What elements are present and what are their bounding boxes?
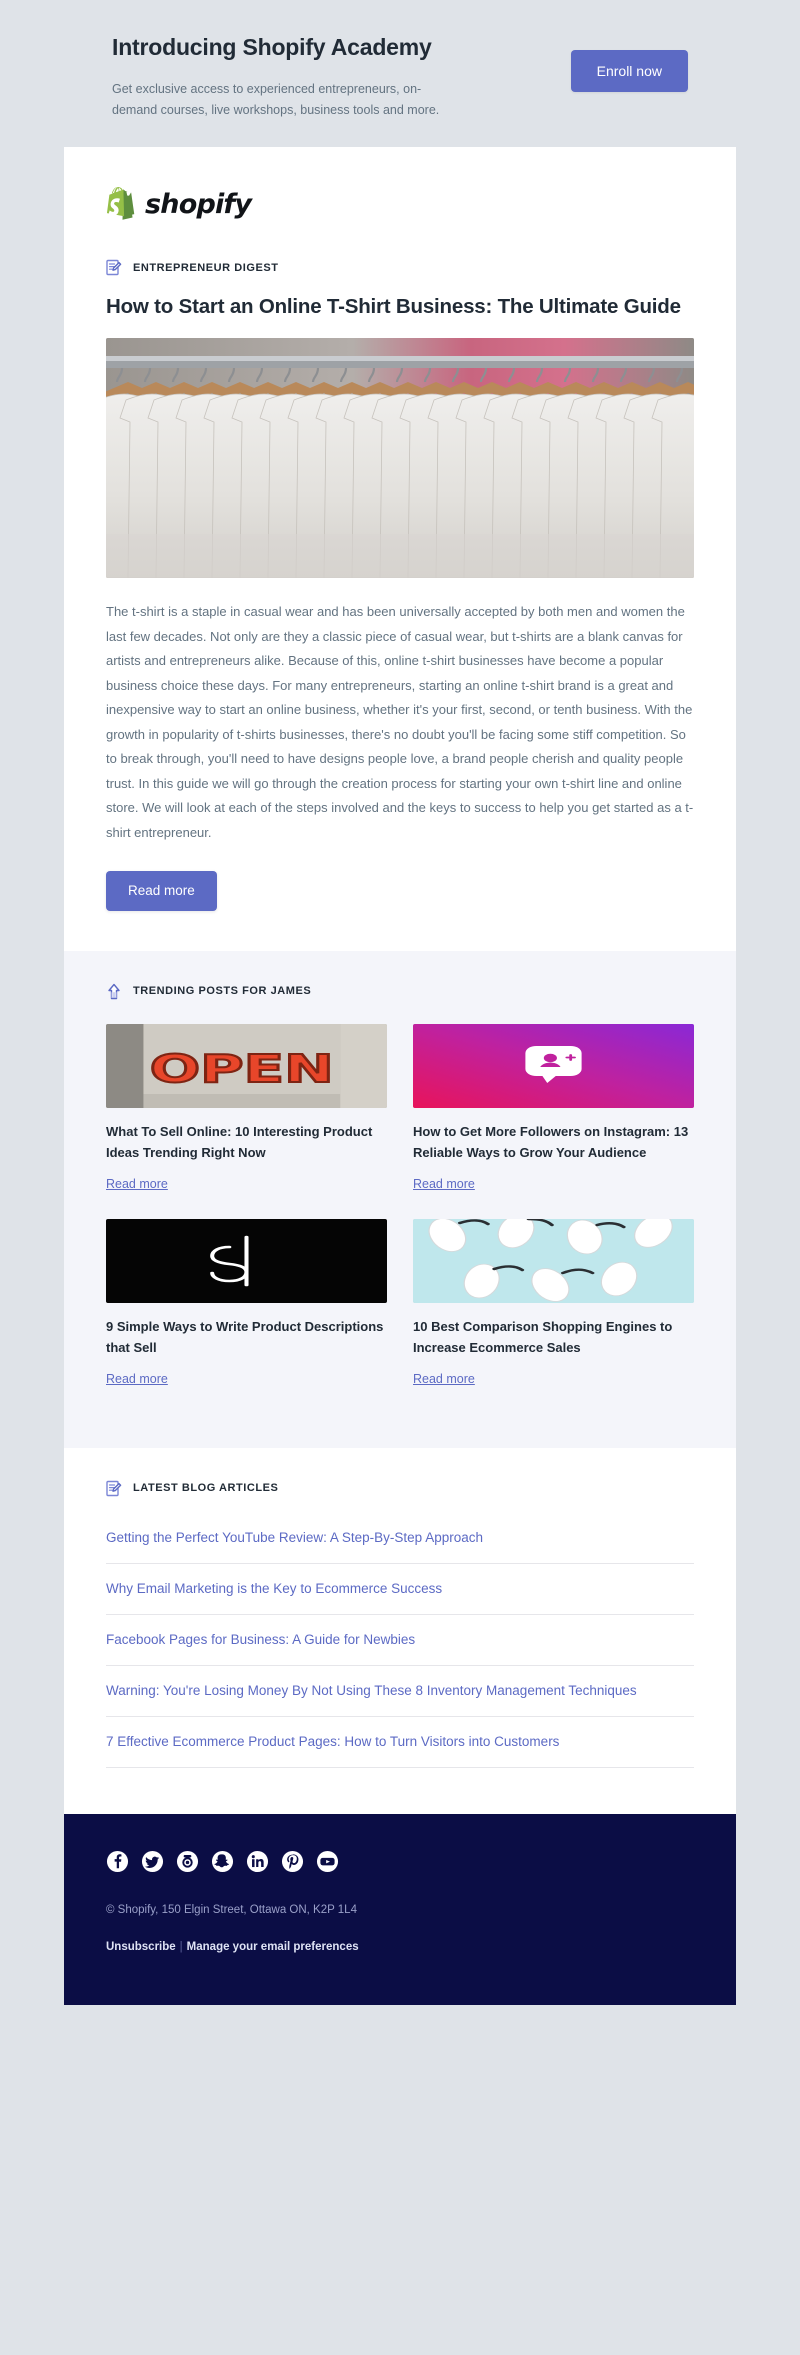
snapchat-icon[interactable] <box>211 1850 234 1873</box>
trending-card[interactable]: 10 Best Comparison Shopping Engines to I… <box>413 1218 694 1414</box>
footer-links: Unsubscribe | Manage your email preference… <box>106 1941 694 1953</box>
article-link[interactable]: 7 Effective Ecommerce Product Pages: How… <box>106 1731 694 1753</box>
digest-eyebrow-label: ENTREPRENEUR DIGEST <box>133 261 279 274</box>
list-item[interactable]: Why Email Marketing is the Key to Ecomme… <box>106 1564 694 1615</box>
document-edit-icon <box>106 1480 122 1497</box>
card-read-more-link[interactable]: Read more <box>413 1372 475 1386</box>
card-read-more-link[interactable]: Read more <box>106 1177 168 1191</box>
logo-row: shopify <box>106 147 694 221</box>
article-link[interactable]: Why Email Marketing is the Key to Ecomme… <box>106 1578 694 1600</box>
list-item[interactable]: Warning: You're Losing Money By Not Usin… <box>106 1666 694 1717</box>
digest-eyebrow: ENTREPRENEUR DIGEST <box>106 221 694 276</box>
promo-text-block: Introducing Shopify Academy Get exclusiv… <box>112 28 442 121</box>
article-link[interactable]: Warning: You're Losing Money By Not Usin… <box>106 1680 694 1702</box>
digest-section: shopify ENTREPRENEUR DIGEST How to Start… <box>64 147 736 951</box>
manage-preferences-link[interactable]: Manage your email preferences <box>187 1941 359 1953</box>
enroll-now-button[interactable]: Enroll now <box>570 50 688 92</box>
svg-text:OPEN: OPEN <box>150 1046 334 1090</box>
card-read-more-link[interactable]: Read more <box>106 1372 168 1386</box>
trending-up-icon <box>106 983 122 1000</box>
shopify-logo[interactable]: shopify <box>106 187 694 221</box>
footer-separator: | <box>179 1940 183 1953</box>
list-item[interactable]: Facebook Pages for Business: A Guide for… <box>106 1615 694 1666</box>
shopify-bag-icon <box>106 187 136 221</box>
trending-card[interactable]: 9 Simple Ways to Write Product Descripti… <box>106 1218 387 1414</box>
promo-title: Introducing Shopify Academy <box>112 34 432 60</box>
email-card: shopify ENTREPRENEUR DIGEST How to Start… <box>64 147 736 2005</box>
latest-eyebrow-label: LATEST BLOG ARTICLES <box>133 1482 279 1494</box>
article-read-more-button[interactable]: Read more <box>106 871 217 911</box>
promo-cta-wrap: Enroll now <box>570 28 688 92</box>
card-title: 9 Simple Ways to Write Product Descripti… <box>106 1318 384 1355</box>
linkedin-icon[interactable] <box>246 1850 269 1873</box>
card-thumbnail <box>413 1023 694 1108</box>
trending-eyebrow-label: TRENDING POSTS FOR JAMES <box>133 985 312 997</box>
promo-subtitle: Get exclusive access to experienced entr… <box>112 82 440 117</box>
latest-eyebrow: LATEST BLOG ARTICLES <box>106 1480 694 1497</box>
youtube-icon[interactable] <box>316 1850 339 1873</box>
email-page: Introducing Shopify Academy Get exclusiv… <box>0 0 800 2355</box>
trending-eyebrow: TRENDING POSTS FOR JAMES <box>106 983 694 1000</box>
trending-card-grid: OPEN What To Sell Online: 10 Interesting… <box>106 1023 694 1414</box>
pinterest-icon[interactable] <box>281 1850 304 1873</box>
footer-legal-text: © Shopify, 150 Elgin Street, Ottawa ON, … <box>106 1903 357 1916</box>
card-title: 10 Best Comparison Shopping Engines to I… <box>413 1318 673 1355</box>
article-link[interactable]: Getting the Perfect YouTube Review: A St… <box>106 1527 694 1549</box>
facebook-icon[interactable] <box>106 1850 129 1873</box>
social-links <box>106 1850 694 1873</box>
trending-card[interactable]: How to Get More Followers on Instagram: … <box>413 1023 694 1219</box>
document-edit-icon <box>106 259 122 276</box>
card-thumbnail: OPEN <box>106 1023 387 1108</box>
article-hero-image <box>106 338 694 578</box>
unsubscribe-link[interactable]: Unsubscribe <box>106 1941 176 1953</box>
card-thumbnail <box>106 1218 387 1303</box>
latest-articles-section: LATEST BLOG ARTICLES Getting the Perfect… <box>64 1447 736 1814</box>
list-item[interactable]: 7 Effective Ecommerce Product Pages: How… <box>106 1717 694 1768</box>
twitter-icon[interactable] <box>141 1850 164 1873</box>
email-footer: © Shopify, 150 Elgin Street, Ottawa ON, … <box>64 1813 736 2005</box>
promo-banner: Introducing Shopify Academy Get exclusiv… <box>0 0 800 147</box>
card-title: How to Get More Followers on Instagram: … <box>413 1123 689 1160</box>
article-title: How to Start an Online T-Shirt Business:… <box>106 295 681 318</box>
list-item[interactable]: Getting the Perfect YouTube Review: A St… <box>106 1513 694 1564</box>
article-body: The t-shirt is a staple in casual wear a… <box>106 604 694 840</box>
card-title: What To Sell Online: 10 Interesting Prod… <box>106 1123 373 1160</box>
card-read-more-link[interactable]: Read more <box>413 1177 475 1191</box>
card-thumbnail <box>413 1218 694 1303</box>
article-link[interactable]: Facebook Pages for Business: A Guide for… <box>106 1629 694 1651</box>
instagram-icon[interactable] <box>176 1850 199 1873</box>
latest-articles-list: Getting the Perfect YouTube Review: A St… <box>106 1513 694 1768</box>
trending-section: TRENDING POSTS FOR JAMES OPEN What To Se… <box>64 950 736 1448</box>
trending-card[interactable]: OPEN What To Sell Online: 10 Interesting… <box>106 1023 387 1219</box>
shopify-wordmark: shopify <box>145 188 252 220</box>
